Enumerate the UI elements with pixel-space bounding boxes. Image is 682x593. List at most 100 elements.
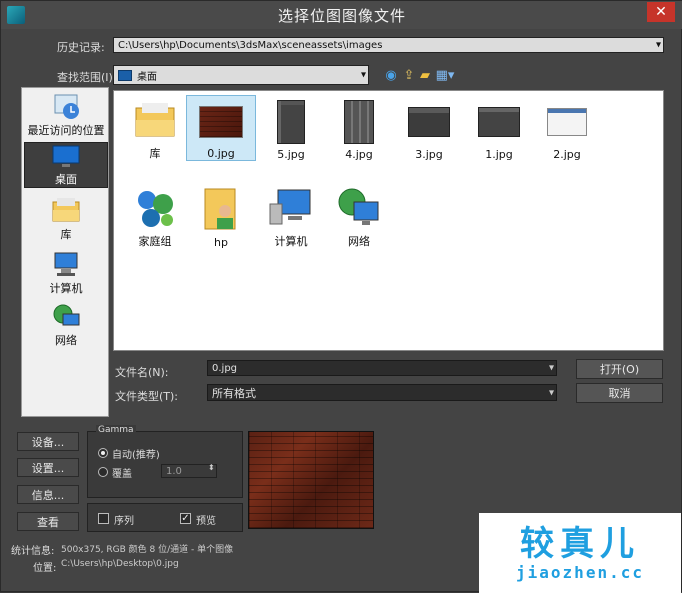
sequence-checkbox[interactable] (98, 513, 109, 524)
network-icon (49, 300, 83, 332)
file-item-label: 3.jpg (415, 148, 443, 161)
new-folder-icon[interactable]: ▰ (417, 67, 433, 83)
filename-value: 0.jpg (212, 362, 238, 374)
up-folder-icon[interactable]: ⇪ (401, 67, 417, 83)
file-item-label: hp (214, 236, 228, 249)
desktop-icon (49, 143, 83, 171)
file-item-label: 网络 (348, 235, 370, 248)
chevron-down-icon[interactable]: ▾ (549, 363, 554, 374)
view-button[interactable]: 查看 (17, 512, 79, 531)
gamma-group: Gamma 自动(推荐) 覆盖 1.0 ⬍ (87, 425, 243, 498)
file-dialog-window: 选择位图图像文件 ✕ 历史记录: C:\Users\hp\Documents\3… (0, 0, 682, 593)
file-item-label: 计算机 (274, 235, 308, 248)
close-button[interactable]: ✕ (647, 2, 675, 22)
filename-combobox[interactable]: 0.jpg ▾ (207, 360, 557, 376)
history-combobox[interactable]: C:\Users\hp\Documents\3dsMax\sceneassets… (113, 37, 664, 53)
lookin-label: 查找范围(I): (57, 71, 117, 84)
place-label: 桌面 (55, 173, 77, 186)
gamma-auto-label: 自动(推荐) (112, 450, 160, 461)
file-item-hp[interactable]: hp (186, 183, 256, 249)
screenshot-thumbnail (329, 95, 389, 148)
open-button[interactable]: 打开(O) (576, 359, 663, 379)
watermark: 较真儿 jiaozhen.cc (479, 513, 681, 593)
file-item-library[interactable]: 库 (120, 95, 190, 161)
file-item-label: 家庭组 (138, 235, 172, 248)
wood-thumbnail (191, 96, 251, 147)
gamma-override-radio[interactable] (98, 467, 108, 477)
file-item-label: 库 (149, 147, 161, 160)
file-item-3-jpg[interactable]: 3.jpg (394, 95, 464, 161)
chevron-down-icon[interactable]: ▾ (656, 40, 661, 51)
filetype-label: 文件类型(T): (115, 390, 179, 403)
screenshot-thumbnail (537, 95, 597, 148)
file-item-label: 2.jpg (553, 148, 581, 161)
place-label: 网络 (55, 334, 77, 347)
gamma-auto-radio[interactable] (98, 448, 108, 458)
title-bar: 选择位图图像文件 ✕ (1, 1, 682, 29)
view-menu-icon[interactable]: ▦▾ (435, 67, 455, 83)
places-bar: 最近访问的位置 桌面 库 计算机 网络 (21, 87, 109, 417)
place-network[interactable]: 网络 (24, 300, 108, 348)
file-item-label: 0.jpg (207, 147, 235, 160)
file-item-computer[interactable]: 计算机 (256, 183, 326, 249)
library-folder-icon (125, 95, 185, 145)
desktop-icon (118, 69, 132, 81)
gamma-override-label: 覆盖 (112, 469, 132, 480)
chevron-down-icon[interactable]: ▾ (361, 70, 366, 81)
spinner-arrows-icon[interactable]: ⬍ (208, 463, 215, 472)
place-library[interactable]: 库 (24, 194, 108, 242)
screenshot-thumbnail (261, 95, 321, 148)
settings-button[interactable]: 设置... (17, 458, 79, 477)
chevron-down-icon[interactable]: ▾ (549, 387, 554, 398)
location-label: 位置: (33, 563, 57, 574)
place-label: 计算机 (49, 282, 83, 295)
app-icon (7, 6, 25, 24)
recent-places-icon (49, 92, 83, 122)
filetype-value: 所有格式 (212, 386, 256, 400)
file-item-2-jpg[interactable]: 2.jpg (532, 95, 602, 161)
image-preview (248, 431, 374, 529)
computer-icon (49, 248, 83, 280)
place-label: 最近访问的位置 (27, 124, 105, 137)
stats-value: 500x375, RGB 颜色 8 位/通道 - 单个图像 (61, 545, 234, 555)
preview-label: 预览 (196, 516, 216, 527)
back-icon[interactable]: ◉ (383, 67, 399, 83)
network-icon (329, 183, 389, 233)
watermark-sub: jiaozhen.cc (516, 562, 644, 582)
lookin-combobox[interactable]: 桌面 ▾ (113, 65, 369, 85)
computer-icon (261, 183, 321, 233)
place-computer[interactable]: 计算机 (24, 248, 108, 296)
sequence-label: 序列 (114, 516, 134, 527)
file-item-network[interactable]: 网络 (324, 183, 394, 249)
file-item-0-jpg[interactable]: 0.jpg (186, 95, 256, 161)
homegroup-icon (125, 183, 185, 233)
file-item-4-jpg[interactable]: 4.jpg (324, 95, 394, 161)
cancel-button[interactable]: 取消 (576, 383, 663, 403)
screenshot-thumbnail (469, 95, 529, 148)
place-recent[interactable]: 最近访问的位置 (24, 92, 108, 138)
gamma-override-value: 1.0 (166, 465, 182, 477)
screenshot-thumbnail (399, 95, 459, 148)
gamma-legend: Gamma (96, 425, 136, 435)
file-item-label: 4.jpg (345, 148, 373, 161)
library-icon (49, 194, 83, 226)
filename-label: 文件名(N): (115, 366, 169, 379)
file-list[interactable]: 库 0.jpg 5.jpg 4.jpg 3.jpg 1.jpg 2.jpg 家庭… (113, 90, 664, 351)
info-button[interactable]: 信息... (17, 485, 79, 504)
file-item-homegroup[interactable]: 家庭组 (120, 183, 190, 249)
history-value: C:\Users\hp\Documents\3dsMax\sceneassets… (118, 39, 383, 51)
window-title: 选择位图图像文件 (277, 6, 406, 25)
place-desktop[interactable]: 桌面 (24, 142, 108, 188)
setup-button[interactable]: 设备... (17, 432, 79, 451)
user-folder-icon (191, 183, 251, 236)
lookin-value: 桌面 (137, 71, 157, 83)
file-item-label: 5.jpg (277, 148, 305, 161)
preview-checkbox[interactable]: ✓ (180, 513, 191, 524)
filetype-combobox[interactable]: 所有格式 ▾ (207, 384, 557, 401)
file-item-5-jpg[interactable]: 5.jpg (256, 95, 326, 161)
place-label: 库 (60, 228, 72, 241)
stats-label: 统计信息: (11, 546, 55, 557)
location-value: C:\Users\hp\Desktop\0.jpg (61, 559, 179, 569)
options-group: 序列 ✓ 预览 (87, 503, 243, 532)
file-item-1-jpg[interactable]: 1.jpg (464, 95, 534, 161)
